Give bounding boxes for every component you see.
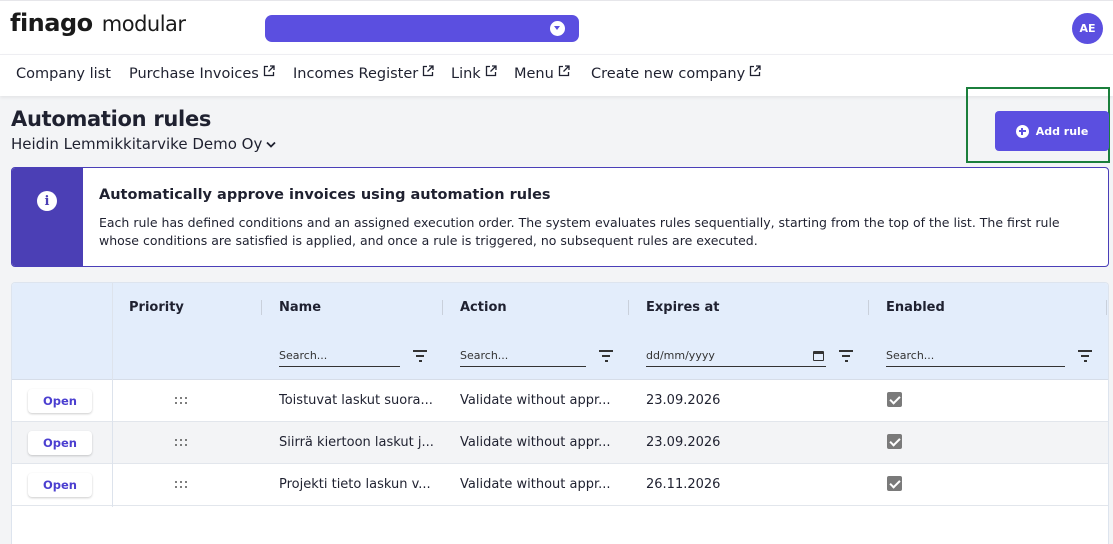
open-button[interactable]: Open [28,473,92,497]
column-separator[interactable] [868,300,869,315]
nav-item-purchase-invoices[interactable]: Purchase Invoices [129,65,275,82]
table-row[interactable]: Open Toistuvat laskut suora... Validate … [12,380,1108,422]
top-bar: finago modular AE [0,0,1113,54]
grid-header: Priority Name Action Expires at Enabled [12,283,1108,380]
rule-name: Toistuvat laskut suora... [279,393,433,408]
external-link-icon [750,65,761,77]
app-logo[interactable]: finago modular [10,9,186,37]
expires-date-input[interactable] [646,349,826,362]
calendar-icon[interactable] [813,351,824,361]
action-search-input[interactable] [460,349,586,362]
name-search-input[interactable] [279,349,400,362]
action-filter[interactable] [460,347,586,367]
external-link-icon [558,65,570,77]
nav-item-link[interactable]: Link [451,65,497,82]
info-banner-text: Each rule has defined conditions and an … [99,215,1060,248]
external-link-icon [423,65,434,77]
column-header-enabled[interactable]: Enabled [886,300,945,315]
rule-expires: 26.11.2026 [646,477,721,492]
column-separator[interactable] [442,300,443,315]
company-selector-dropdown[interactable] [265,15,579,42]
nav-item-company-list[interactable]: Company list [16,66,111,82]
name-filter[interactable] [279,347,400,367]
nav-item-incomes-register[interactable]: Incomes Register [293,65,434,82]
column-header-priority[interactable]: Priority [129,300,184,315]
column-header-name[interactable]: Name [279,300,321,315]
company-name-label: Heidin Lemmikkitarvike Demo Oy [11,135,263,153]
enabled-search-input[interactable] [886,349,1065,362]
enabled-checkbox[interactable] [887,476,902,491]
filter-icon[interactable] [599,350,613,362]
enabled-checkbox[interactable] [887,434,902,449]
column-separator[interactable] [1106,300,1107,315]
plus-circle-icon [1015,124,1029,138]
table-row[interactable]: Open Projekti tieto laskun v... Validate… [12,464,1108,506]
table-row[interactable]: Open Siirrä kiertoon laskut j... Validat… [12,422,1108,464]
drag-handle-icon[interactable] [175,481,189,491]
open-button[interactable]: Open [28,389,92,413]
column-separator[interactable] [261,300,262,315]
column-divider [112,283,113,507]
nav-item-create-new-company[interactable]: Create new company [591,65,761,82]
page-title: Automation rules [11,107,212,131]
rule-name: Siirrä kiertoon laskut j... [279,435,434,450]
chevron-down-icon [266,141,276,148]
user-avatar[interactable]: AE [1072,13,1103,44]
column-header-expires-at[interactable]: Expires at [646,300,720,315]
expires-date-filter[interactable] [646,347,826,367]
enabled-filter[interactable] [886,347,1065,367]
info-banner-title: Automatically approve invoices using aut… [99,187,551,203]
drag-handle-icon[interactable] [175,397,189,407]
rule-name: Projekti tieto laskun v... [279,477,431,492]
column-separator[interactable] [628,300,629,315]
rule-action: Validate without appr... [460,477,611,492]
filter-icon[interactable] [839,350,853,362]
rule-expires: 23.09.2026 [646,393,721,408]
add-rule-button[interactable]: Add rule [995,111,1109,151]
filter-icon[interactable] [413,350,427,362]
nav-item-menu[interactable]: Menu [514,65,570,82]
external-link-icon [485,65,497,77]
chevron-down-icon [550,21,565,36]
rule-action: Validate without appr... [460,393,611,408]
filter-icon[interactable] [1078,350,1092,362]
column-header-action[interactable]: Action [460,300,507,315]
info-banner-sidebar: i [12,168,83,266]
company-switcher[interactable]: Heidin Lemmikkitarvike Demo Oy [11,135,276,153]
enabled-checkbox[interactable] [887,392,902,407]
drag-handle-icon[interactable] [175,439,189,449]
main-navigation: Company list Purchase Invoices Incomes R… [0,54,1113,96]
info-banner: i Automatically approve invoices using a… [11,167,1109,267]
rule-expires: 23.09.2026 [646,435,721,450]
rule-action: Validate without appr... [460,435,611,450]
external-link-icon [263,65,275,77]
automation-rules-grid: Priority Name Action Expires at Enabled [11,282,1109,544]
info-icon: i [37,191,57,211]
open-button[interactable]: Open [28,431,92,455]
